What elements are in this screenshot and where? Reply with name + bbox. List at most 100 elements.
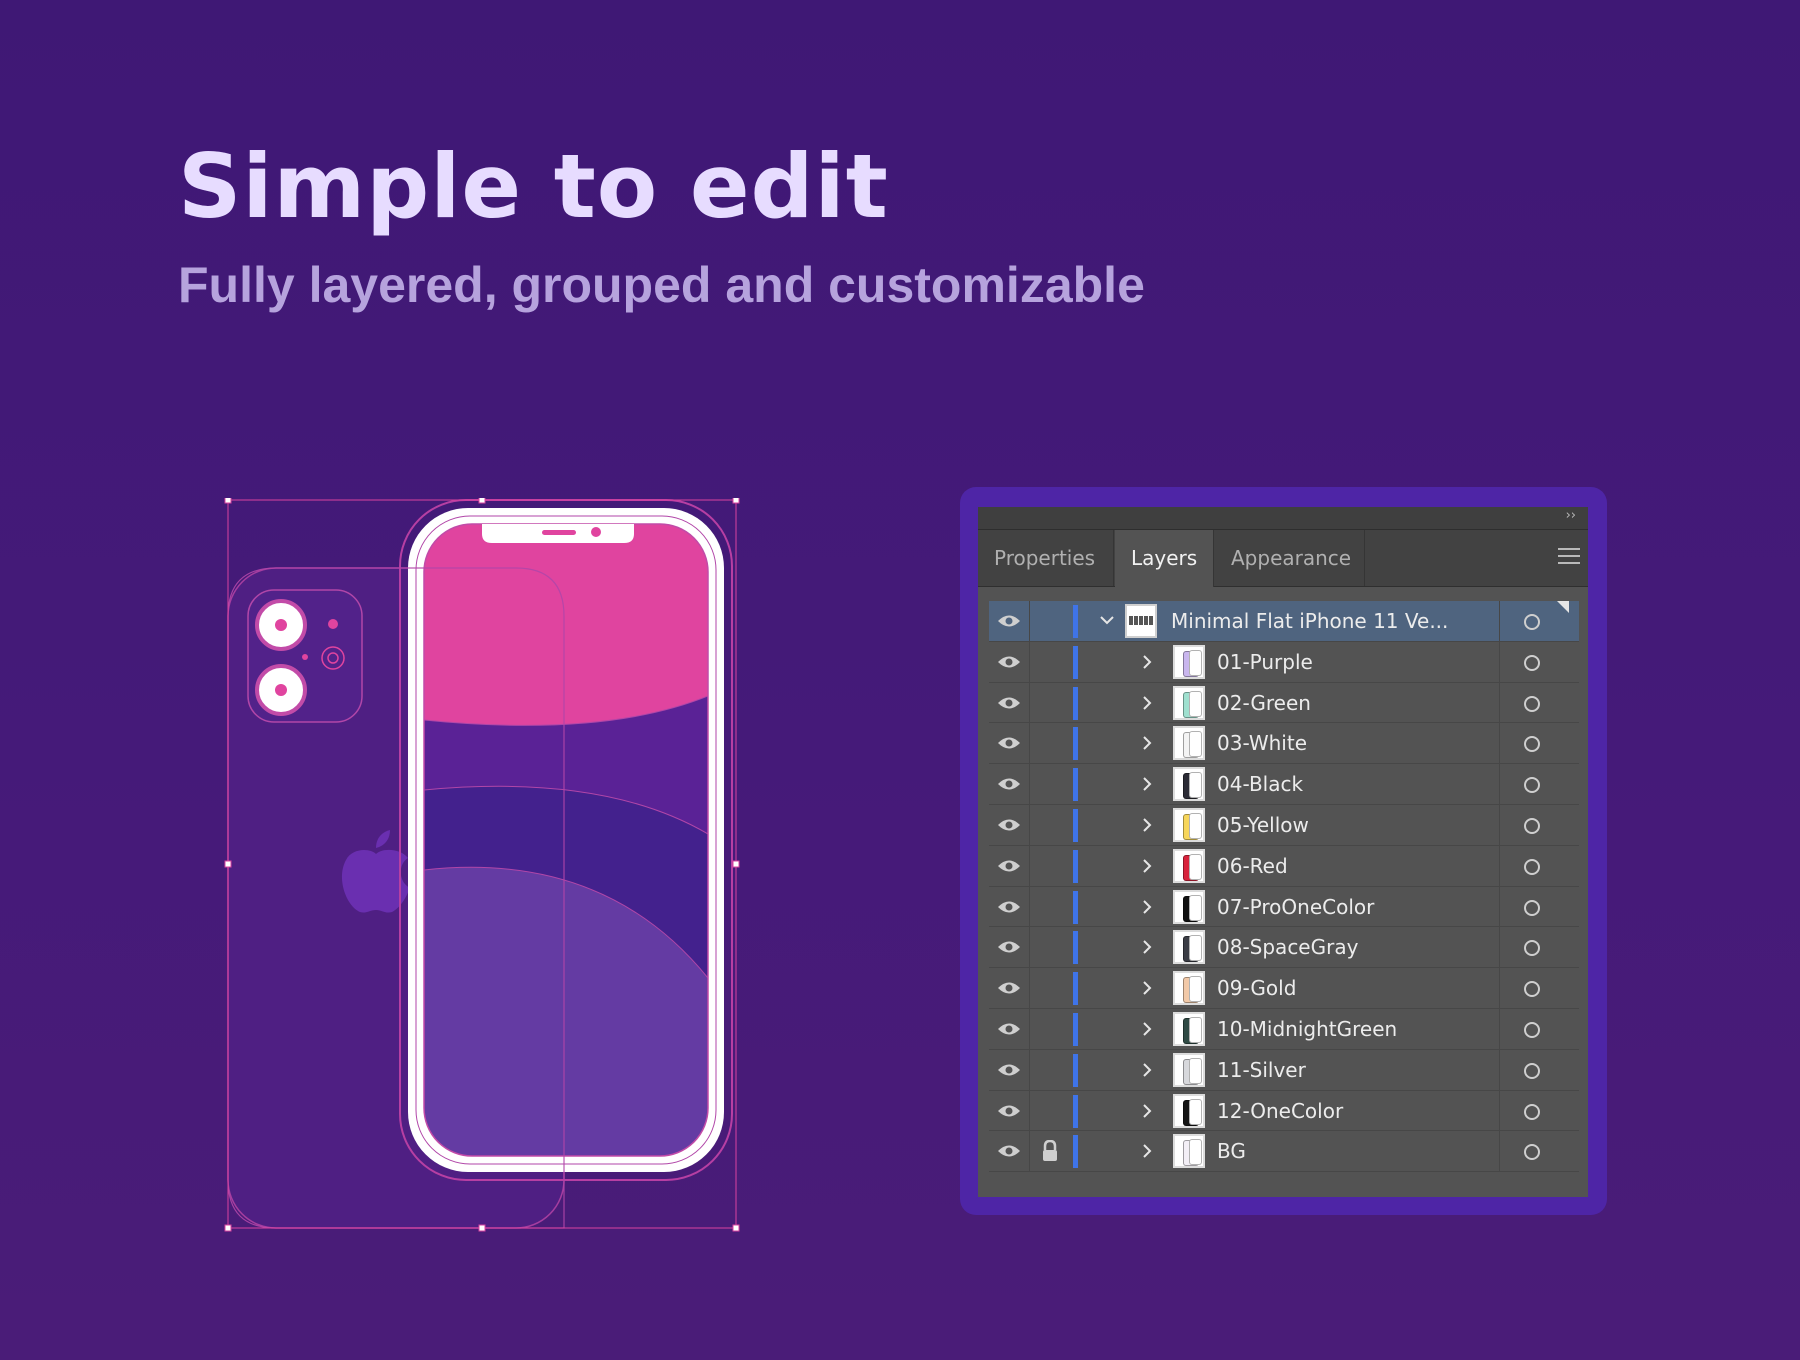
layer-target-icon[interactable] (1524, 1144, 1540, 1161)
chevron-right-icon[interactable] (1141, 775, 1153, 793)
visibility-eye-icon[interactable] (997, 735, 1021, 751)
visibility-eye-icon[interactable] (997, 1143, 1021, 1159)
visibility-eye-icon[interactable] (997, 776, 1021, 792)
layer-target-icon[interactable] (1524, 1103, 1540, 1120)
layer-color-bar (1073, 931, 1078, 965)
layer-name: 02-Green (1217, 690, 1311, 715)
chevron-right-icon[interactable] (1141, 938, 1153, 956)
tab-appearance[interactable]: Appearance (1215, 530, 1365, 586)
layer-name: 05-Yellow (1217, 812, 1309, 837)
visibility-eye-icon[interactable] (997, 695, 1021, 711)
tab-properties[interactable]: Properties (978, 530, 1114, 586)
layer-row[interactable]: 04-Black (989, 764, 1579, 805)
layer-target-icon[interactable] (1524, 858, 1540, 875)
visibility-eye-icon[interactable] (997, 899, 1021, 915)
layer-thumbnail (1173, 930, 1205, 965)
chevron-down-icon[interactable] (1099, 614, 1115, 626)
panel-menu-icon[interactable] (1558, 548, 1580, 566)
layer-row[interactable]: 02-Green (989, 682, 1579, 724)
layer-color-bar (1073, 645, 1078, 679)
layer-color-bar (1073, 605, 1078, 638)
layers-list: Minimal Flat iPhone 11 Ve... 01-Purple 02… (989, 601, 1579, 1173)
layer-color-bar (1073, 890, 1078, 924)
layer-name: 12-OneColor (1217, 1098, 1344, 1123)
lock-icon[interactable] (1041, 1140, 1059, 1162)
chevron-right-icon[interactable] (1141, 734, 1153, 752)
layer-color-bar (1073, 768, 1078, 802)
layer-target-icon[interactable] (1524, 940, 1540, 957)
visibility-eye-icon[interactable] (997, 1062, 1021, 1078)
chevron-right-icon[interactable] (1141, 898, 1153, 916)
layer-row[interactable]: 07-ProOneColor (989, 886, 1579, 928)
chevron-right-icon[interactable] (1141, 653, 1153, 671)
layer-name: 01-Purple (1217, 649, 1313, 674)
layers-panel: ›› Properties Layers Appearance Minimal … (978, 507, 1588, 1197)
layer-color-bar (1073, 1094, 1078, 1128)
layer-row[interactable]: 01-Purple (989, 641, 1579, 683)
layer-thumbnail (1173, 1052, 1205, 1087)
chevron-right-icon[interactable] (1141, 816, 1153, 834)
visibility-eye-icon[interactable] (997, 1103, 1021, 1119)
layer-target-icon[interactable] (1524, 736, 1540, 753)
layer-name: Minimal Flat iPhone 11 Ve... (1171, 609, 1449, 633)
layer-row[interactable]: 03-White (989, 723, 1579, 765)
layer-target-icon[interactable] (1524, 777, 1540, 794)
layer-color-bar (1073, 808, 1078, 842)
layer-row[interactable]: 08-SpaceGray (989, 927, 1579, 969)
layer-color-bar (1073, 972, 1078, 1006)
layer-row[interactable]: 05-Yellow (989, 804, 1579, 846)
layer-name: BG (1217, 1139, 1246, 1164)
page-title: Simple to edit (178, 135, 889, 238)
tab-layers[interactable]: Layers (1115, 530, 1214, 587)
visibility-eye-icon[interactable] (997, 613, 1021, 629)
chevron-right-icon[interactable] (1141, 857, 1153, 875)
layer-color-bar (1073, 849, 1078, 883)
chevron-right-icon[interactable] (1141, 1102, 1153, 1120)
layer-thumbnail (1173, 685, 1205, 720)
chevron-right-icon[interactable] (1141, 1142, 1153, 1160)
layer-row-root[interactable]: Minimal Flat iPhone 11 Ve... (989, 601, 1579, 642)
collapse-panel-icon[interactable]: ›› (1566, 508, 1576, 523)
layer-target-icon[interactable] (1524, 1021, 1540, 1038)
page-subtitle: Fully layered, grouped and customizable (178, 257, 1145, 313)
visibility-eye-icon[interactable] (997, 980, 1021, 996)
layer-target-icon[interactable] (1524, 981, 1540, 998)
layer-name: 08-SpaceGray (1217, 935, 1359, 960)
chevron-right-icon[interactable] (1141, 694, 1153, 712)
layer-target-icon[interactable] (1524, 899, 1540, 916)
layers-panel-frame: ›› Properties Layers Appearance Minimal … (960, 487, 1607, 1215)
iphone-illustration (224, 498, 740, 1232)
layer-row[interactable]: 12-OneColor (989, 1090, 1579, 1132)
layer-name: 04-Black (1217, 772, 1304, 797)
chevron-right-icon[interactable] (1141, 979, 1153, 997)
layer-target-icon[interactable] (1524, 614, 1540, 630)
layer-target-icon[interactable] (1524, 695, 1540, 712)
visibility-eye-icon[interactable] (997, 858, 1021, 874)
layer-target-icon[interactable] (1524, 1062, 1540, 1079)
layer-row[interactable]: 10-MidnightGreen (989, 1008, 1579, 1050)
layer-row[interactable]: 06-Red (989, 845, 1579, 887)
layer-thumbnail (1173, 848, 1205, 883)
layer-name: 10-MidnightGreen (1217, 1016, 1398, 1041)
visibility-eye-icon[interactable] (997, 654, 1021, 670)
visibility-eye-icon[interactable] (997, 939, 1021, 955)
layer-thumbnail (1173, 1093, 1205, 1128)
chevron-right-icon[interactable] (1141, 1061, 1153, 1079)
layer-row[interactable]: 09-Gold (989, 968, 1579, 1009)
layer-color-bar (1073, 1135, 1078, 1169)
layer-row[interactable]: 11-Silver (989, 1049, 1579, 1091)
chevron-right-icon[interactable] (1141, 1020, 1153, 1038)
layer-row[interactable]: BG (989, 1131, 1579, 1173)
selected-art-indicator (1557, 601, 1569, 613)
layer-thumbnail (1173, 644, 1205, 679)
layer-target-icon[interactable] (1524, 817, 1540, 834)
layer-target-icon[interactable] (1524, 654, 1540, 671)
panel-tabbar: Properties Layers Appearance (978, 530, 1588, 587)
layer-color-bar (1073, 727, 1078, 761)
layer-name: 07-ProOneColor (1217, 894, 1375, 919)
layer-thumbnail (1173, 971, 1205, 1006)
layer-thumbnail (1173, 767, 1205, 802)
layer-thumbnail (1125, 604, 1157, 638)
visibility-eye-icon[interactable] (997, 817, 1021, 833)
visibility-eye-icon[interactable] (997, 1021, 1021, 1037)
